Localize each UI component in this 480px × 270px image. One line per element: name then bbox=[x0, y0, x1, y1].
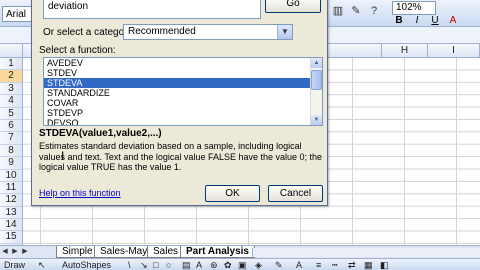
row-header-9[interactable]: 9 bbox=[0, 157, 22, 170]
clipart-icon[interactable]: ✿ bbox=[224, 259, 232, 270]
function-item-stdeva[interactable]: STDEVA bbox=[44, 78, 322, 88]
sheet-tab-bar: ◀ ▶ ▶ Simple Sales-May Sales Part Analys… bbox=[0, 245, 480, 258]
drawing-toolbar: Draw ↖ AutoShapes \ ↘ □ ○ ▤ A ⊛ ✿ ▣ ◈ ✎ … bbox=[0, 258, 480, 270]
sheet-tab-sales-may[interactable]: Sales-May bbox=[94, 246, 154, 258]
sheet-tab-simple[interactable]: Simple bbox=[56, 246, 99, 258]
row-header-14[interactable]: 14 bbox=[0, 219, 22, 232]
row-header-15[interactable]: 15 bbox=[0, 231, 22, 244]
underline-button[interactable]: U bbox=[428, 15, 442, 27]
textbox-icon[interactable]: ▤ bbox=[182, 259, 191, 270]
toolbar-icons: ▥ ✎ ? bbox=[330, 3, 382, 19]
search-function-input[interactable]: deviation bbox=[43, 0, 261, 19]
help-link[interactable]: Help on this function bbox=[39, 188, 121, 198]
column-header-g[interactable] bbox=[330, 44, 382, 58]
function-item-stdev[interactable]: STDEV bbox=[44, 68, 322, 78]
go-button[interactable]: Go bbox=[265, 0, 321, 13]
function-item-avedev[interactable]: AVEDEV bbox=[44, 58, 322, 68]
zoom-box[interactable]: 102% bbox=[392, 1, 436, 15]
row-header-7[interactable]: 7 bbox=[0, 132, 22, 145]
function-list[interactable]: AVEDEV STDEV STDEVA STANDARDIZE COVAR ST… bbox=[43, 57, 323, 126]
help-icon[interactable]: ? bbox=[366, 3, 382, 19]
rectangle-icon[interactable]: □ bbox=[153, 259, 158, 270]
line-icon[interactable]: \ bbox=[128, 259, 131, 270]
row-header-10[interactable]: 10 bbox=[0, 170, 22, 182]
last-sheet-arrow[interactable]: ▶ bbox=[20, 246, 30, 258]
function-list-scrollbar[interactable]: ▲ ▼ bbox=[310, 58, 322, 125]
wordart-icon[interactable]: A bbox=[196, 259, 202, 270]
diagram-icon[interactable]: ⊛ bbox=[210, 259, 218, 270]
category-value: Recommended bbox=[128, 26, 196, 37]
insert-function-dialog: deviation Go Or select a category: Recom… bbox=[31, 0, 328, 206]
function-item-stdevp[interactable]: STDEVP bbox=[44, 108, 322, 118]
arrow-style-icon[interactable]: ⇄ bbox=[348, 259, 356, 270]
bold-button[interactable]: B bbox=[392, 15, 406, 27]
dash-style-icon[interactable]: ┅ bbox=[332, 259, 337, 270]
font-color-icon[interactable]: A bbox=[296, 259, 302, 270]
function-item-standardize[interactable]: STANDARDIZE bbox=[44, 88, 322, 98]
row-header: 1 2 3 4 5 6 7 8 9 10 11 12 13 14 15 bbox=[0, 58, 23, 245]
scroll-up-icon[interactable]: ▲ bbox=[311, 58, 322, 68]
line-color-icon[interactable]: ✎ bbox=[275, 259, 283, 270]
horizontal-scrollbar[interactable] bbox=[252, 248, 480, 257]
drawing-icon[interactable]: ✎ bbox=[348, 3, 364, 19]
picture-icon[interactable]: ▣ bbox=[238, 259, 247, 270]
shadow-style-icon[interactable]: ▦ bbox=[364, 259, 373, 270]
oval-icon[interactable]: ○ bbox=[166, 259, 171, 270]
function-list-label: Select a function: bbox=[39, 45, 116, 56]
row-header-1[interactable]: 1 bbox=[0, 58, 22, 71]
chevron-down-icon[interactable]: ▼ bbox=[277, 25, 292, 39]
column-header-i[interactable]: I bbox=[428, 44, 480, 58]
sheet-tab-part-analysis[interactable]: Part Analysis bbox=[180, 246, 255, 258]
category-label: Or select a category: bbox=[43, 27, 136, 38]
font-color-button[interactable]: A bbox=[446, 15, 460, 27]
first-sheet-arrow[interactable]: ◀ bbox=[0, 246, 10, 258]
fill-color-icon[interactable]: ◈ bbox=[255, 259, 262, 270]
function-item-covar[interactable]: COVAR bbox=[44, 98, 322, 108]
scroll-down-icon[interactable]: ▼ bbox=[311, 115, 322, 125]
autoshapes-menu[interactable]: AutoShapes bbox=[62, 259, 111, 270]
scroll-thumb[interactable] bbox=[311, 70, 322, 90]
draw-menu[interactable]: Draw bbox=[4, 259, 25, 270]
3d-style-icon[interactable]: ◧ bbox=[380, 259, 389, 270]
row-header-4[interactable]: 4 bbox=[0, 95, 22, 108]
function-signature: STDEVA(value1,value2,...) bbox=[39, 128, 162, 139]
ok-button[interactable]: OK bbox=[205, 185, 260, 202]
select-all-corner[interactable] bbox=[0, 44, 23, 58]
row-header-11[interactable]: 11 bbox=[0, 182, 22, 195]
row-header-8[interactable]: 8 bbox=[0, 145, 22, 158]
next-sheet-arrow[interactable]: ▶ bbox=[10, 246, 20, 258]
function-description: Estimates standard deviation based on a … bbox=[39, 141, 323, 172]
row-header-12[interactable]: 12 bbox=[0, 194, 22, 207]
select-objects-icon[interactable]: ↖ bbox=[38, 259, 46, 270]
line-style-icon[interactable]: ≡ bbox=[316, 259, 321, 270]
text-cursor-icon: I bbox=[61, 149, 65, 163]
format-buttons: B I U A bbox=[392, 15, 460, 27]
row-header-6[interactable]: 6 bbox=[0, 120, 22, 133]
column-header-h[interactable]: H bbox=[382, 44, 428, 58]
row-header-2[interactable]: 2 bbox=[0, 70, 22, 83]
row-header-5[interactable]: 5 bbox=[0, 108, 22, 120]
chart-wizard-icon[interactable]: ▥ bbox=[330, 3, 346, 19]
italic-button[interactable]: I bbox=[410, 15, 424, 27]
function-item-devsq[interactable]: DEVSQ bbox=[44, 118, 322, 125]
sheet-tab-sales[interactable]: Sales bbox=[147, 246, 185, 258]
category-select[interactable]: Recommended ▼ bbox=[123, 24, 293, 40]
row-header-3[interactable]: 3 bbox=[0, 83, 22, 96]
row-header-13[interactable]: 13 bbox=[0, 207, 22, 220]
arrow-icon[interactable]: ↘ bbox=[140, 259, 148, 270]
cancel-button[interactable]: Cancel bbox=[268, 185, 323, 202]
